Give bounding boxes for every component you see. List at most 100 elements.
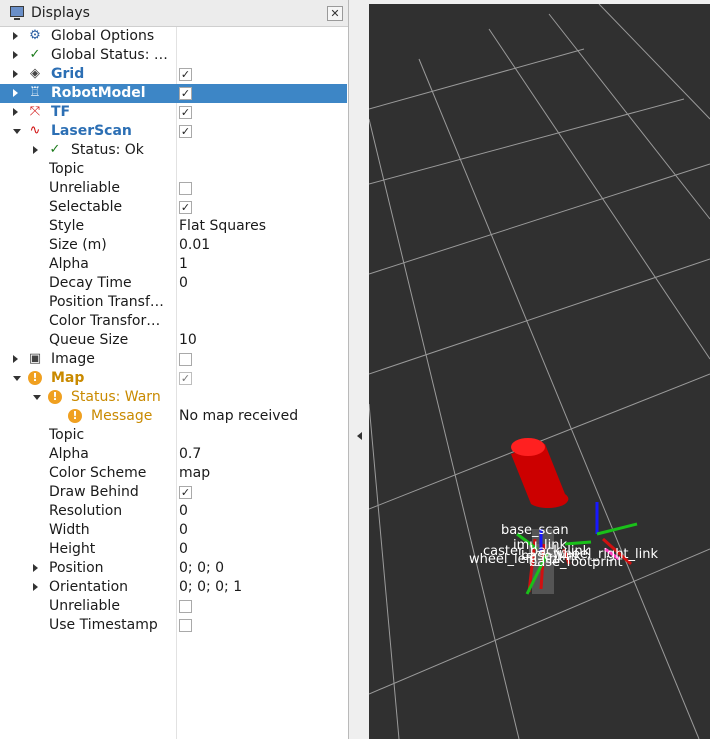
enable-checkbox-laserscan-selectable[interactable]: ✓ (179, 201, 192, 214)
collapse-arrow-icon[interactable] (13, 32, 18, 40)
tree-value-map-alpha[interactable]: 0.7 (179, 446, 201, 462)
tree-label-grid: Grid (51, 66, 85, 82)
tree-row-map-color-scheme[interactable]: Color Scheme map (0, 464, 347, 483)
tree-value-map-orientation[interactable]: 0; 0; 0; 1 (179, 579, 242, 595)
collapse-arrow-icon[interactable] (33, 146, 38, 154)
collapse-arrow-icon[interactable] (357, 432, 362, 440)
warning-icon: ! (68, 409, 82, 423)
collapse-arrow-icon[interactable] (33, 583, 38, 591)
tree-label-laserscan-alpha: Alpha (49, 256, 89, 272)
enable-checkbox-laserscan-unreliable[interactable] (179, 182, 192, 195)
warning-icon: ! (48, 390, 62, 404)
enable-checkbox-map[interactable]: ✓ (179, 372, 192, 385)
tree-row-map-height[interactable]: Height 0 (0, 540, 347, 559)
tree-row-map-use-timestamp[interactable]: Use Timestamp (0, 616, 347, 635)
tree-row-laserscan-color-transformer[interactable]: Color Transfor… (0, 312, 347, 331)
tree-row-laserscan-size[interactable]: Size (m) 0.01 (0, 236, 347, 255)
expand-arrow-icon[interactable] (33, 395, 41, 400)
tree-label-map-orientation: Orientation (49, 579, 129, 595)
tree-row-global-options[interactable]: ⚙ Global Options (0, 27, 347, 46)
tree-row-laserscan-queue[interactable]: Queue Size 10 (0, 331, 347, 350)
close-panel-button[interactable]: ✕ (327, 6, 343, 21)
collapse-arrow-icon[interactable] (13, 51, 18, 59)
tree-row-map-draw-behind[interactable]: Draw Behind ✓ (0, 483, 347, 502)
tree-value-laserscan-alpha[interactable]: 1 (179, 256, 188, 272)
tree-row-map-width[interactable]: Width 0 (0, 521, 347, 540)
tree-row-laserscan-status[interactable]: ✓ Status: Ok (0, 141, 347, 160)
tree-row-tf[interactable]: ⤧ TF ✓ (0, 103, 347, 122)
tree-row-image[interactable]: ▣ Image (0, 350, 347, 369)
enable-checkbox-map-draw-behind[interactable]: ✓ (179, 486, 192, 499)
displays-panel-header: Displays ✕ (0, 0, 348, 27)
expand-arrow-icon[interactable] (13, 129, 21, 134)
tree-value-laserscan-size[interactable]: 0.01 (179, 237, 210, 253)
gear-icon: ⚙ (29, 28, 41, 43)
enable-checkbox-tf[interactable]: ✓ (179, 106, 192, 119)
tree-row-laserscan-style[interactable]: Style Flat Squares (0, 217, 347, 236)
warning-icon-glyph: ! (28, 371, 42, 385)
tree-row-global-status[interactable]: ✓ Global Status: Ok (0, 46, 347, 65)
tree-value-map-color-scheme[interactable]: map (179, 465, 210, 481)
enable-checkbox-map-unreliable[interactable] (179, 600, 192, 613)
frame-label-base-scan: base_scan (501, 523, 569, 538)
tree-row-laserscan-alpha[interactable]: Alpha 1 (0, 255, 347, 274)
enable-checkbox-robotmodel[interactable]: ✓ (179, 87, 192, 100)
tree-label-map-resolution: Resolution (49, 503, 123, 519)
tree-row-map-resolution[interactable]: Resolution 0 (0, 502, 347, 521)
ok-check-icon: ✓ (29, 47, 41, 62)
collapse-arrow-icon[interactable] (13, 355, 18, 363)
lidar-top (511, 438, 545, 456)
tree-label-tf: TF (51, 104, 71, 120)
tree-value-laserscan-decay[interactable]: 0 (179, 275, 188, 291)
grid-icon: ◈ (30, 66, 40, 81)
tree-label-map: Map (51, 370, 85, 386)
tree-row-laserscan-position-transformer[interactable]: Position Transf… (0, 293, 347, 312)
tf-axes-icon: ⤧ (29, 104, 41, 119)
tree-label-laserscan-topic: Topic (49, 161, 85, 177)
collapse-arrow-icon[interactable] (13, 89, 18, 97)
ground-grid (369, 4, 710, 739)
tree-label-laserscan-style: Style (49, 218, 85, 234)
tree-row-laserscan[interactable]: ∿ LaserScan ✓ (0, 122, 347, 141)
dock-splitter[interactable] (349, 0, 369, 739)
enable-checkbox-map-use-timestamp[interactable] (179, 619, 192, 632)
tree-row-map-unreliable[interactable]: Unreliable (0, 597, 347, 616)
tree-label-global-options: Global Options (51, 28, 155, 44)
tree-value-map-height[interactable]: 0 (179, 541, 188, 557)
tree-row-map-topic[interactable]: Topic (0, 426, 347, 445)
tree-label-map-width: Width (49, 522, 90, 538)
tree-row-map-alpha[interactable]: Alpha 0.7 (0, 445, 347, 464)
tree-row-laserscan-unreliable[interactable]: Unreliable (0, 179, 347, 198)
monitor-icon (10, 6, 24, 20)
tree-value-map-message[interactable]: No map received (179, 408, 298, 424)
tree-row-map-status[interactable]: ! Status: Warn (0, 388, 347, 407)
expand-arrow-icon[interactable] (13, 376, 21, 381)
collapse-arrow-icon[interactable] (13, 70, 18, 78)
warning-icon-glyph: ! (68, 409, 82, 423)
tree-row-map-orientation[interactable]: Orientation 0; 0; 0; 1 (0, 578, 347, 597)
robot-icon: ♖ (29, 85, 41, 100)
tree-row-laserscan-topic[interactable]: Topic (0, 160, 347, 179)
collapse-arrow-icon[interactable] (13, 108, 18, 116)
tree-label-laserscan-color-transformer: Color Transfor… (49, 313, 161, 329)
render-viewport[interactable]: base_scan imu_link caster_back_link whee… (369, 4, 710, 739)
tree-row-map-position[interactable]: Position 0; 0; 0 (0, 559, 347, 578)
enable-checkbox-image[interactable] (179, 353, 192, 366)
tree-label-laserscan-size: Size (m) (49, 237, 107, 253)
tree-value-map-position[interactable]: 0; 0; 0 (179, 560, 224, 576)
enable-checkbox-grid[interactable]: ✓ (179, 68, 192, 81)
ok-check-icon: ✓ (49, 142, 61, 157)
tree-row-robotmodel[interactable]: ♖ RobotModel ✓ (0, 84, 347, 103)
tree-value-laserscan-queue[interactable]: 10 (179, 332, 197, 348)
tree-row-grid[interactable]: ◈ Grid ✓ (0, 65, 347, 84)
enable-checkbox-laserscan[interactable]: ✓ (179, 125, 192, 138)
tree-row-map-message[interactable]: ! Message No map received (0, 407, 347, 426)
tree-label-laserscan-unreliable: Unreliable (49, 180, 120, 196)
tree-row-laserscan-decay[interactable]: Decay Time 0 (0, 274, 347, 293)
tree-row-map[interactable]: ! Map ✓ (0, 369, 347, 388)
tree-value-laserscan-style[interactable]: Flat Squares (179, 218, 266, 234)
tree-value-map-width[interactable]: 0 (179, 522, 188, 538)
collapse-arrow-icon[interactable] (33, 564, 38, 572)
tree-value-map-resolution[interactable]: 0 (179, 503, 188, 519)
tree-row-laserscan-selectable[interactable]: Selectable ✓ (0, 198, 347, 217)
